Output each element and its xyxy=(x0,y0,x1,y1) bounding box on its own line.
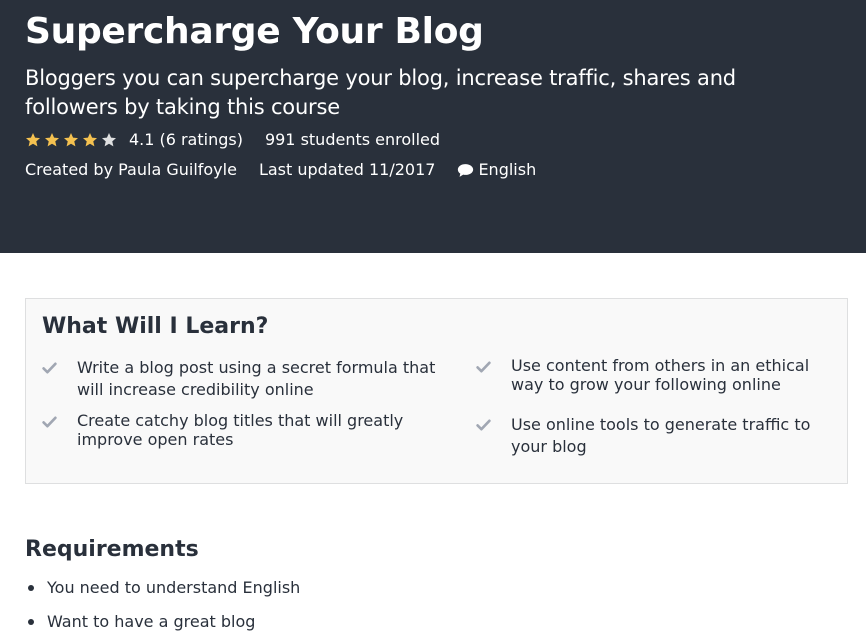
star-icon xyxy=(64,133,78,147)
rating-value: 4.1 xyxy=(129,130,155,149)
requirements-title: Requirements xyxy=(25,537,199,562)
requirements-list: You need to understand English Want to h… xyxy=(25,576,300,644)
rating-count[interactable]: (6 ratings) xyxy=(159,129,242,151)
check-icon xyxy=(42,416,57,428)
what-will-i-learn: What Will I Learn? Write a blog post usi… xyxy=(25,298,848,484)
requirement-text: You need to understand English xyxy=(47,578,301,597)
bullet-icon xyxy=(28,619,34,625)
star-icon xyxy=(102,133,116,147)
star-icon xyxy=(83,133,97,147)
check-icon xyxy=(476,361,491,373)
learn-item: Write a blog post using a secret formula… xyxy=(42,357,437,401)
learn-item-text: Write a blog post using a secret formula… xyxy=(77,358,436,399)
language: English xyxy=(457,159,536,181)
course-info-row: Created by Paula Guilfoyle Last updated … xyxy=(25,159,536,181)
enrolled-count: 991 students enrolled xyxy=(264,130,441,149)
requirement-text: Want to have a great blog xyxy=(47,612,256,631)
rating-stars xyxy=(25,132,120,148)
course-title: Supercharge Your Blog xyxy=(25,11,484,52)
learn-item: Create catchy blog titles that will grea… xyxy=(42,411,437,449)
learn-item-text: Create catchy blog titles that will grea… xyxy=(77,411,404,449)
creator-link[interactable]: Created by Paula Guilfoyle xyxy=(25,159,237,181)
requirement-item: You need to understand English xyxy=(25,576,300,600)
rating-row: 4.1 (6 ratings) 991 students enrolled xyxy=(25,129,440,151)
language-label: English xyxy=(478,160,537,179)
requirement-item: Want to have a great blog xyxy=(25,610,300,634)
course-subtitle: Bloggers you can supercharge your blog, … xyxy=(25,66,736,119)
learn-item-text: Use content from others in an ethical wa… xyxy=(511,356,810,394)
learn-item-text: Use online tools to generate traffic to … xyxy=(511,415,811,456)
last-updated: Last updated 11/2017 xyxy=(258,160,436,179)
learn-item: Use online tools to generate traffic to … xyxy=(476,414,841,458)
learn-title: What Will I Learn? xyxy=(42,314,269,339)
star-icon xyxy=(45,133,59,147)
check-icon xyxy=(42,362,57,374)
bullet-icon xyxy=(28,585,34,591)
chat-bubble-icon xyxy=(458,163,474,177)
star-icon xyxy=(26,133,40,147)
learn-item: Use content from others in an ethical wa… xyxy=(476,356,841,394)
check-icon xyxy=(476,419,491,431)
course-header: Supercharge Your Blog Bloggers you can s… xyxy=(0,0,866,253)
